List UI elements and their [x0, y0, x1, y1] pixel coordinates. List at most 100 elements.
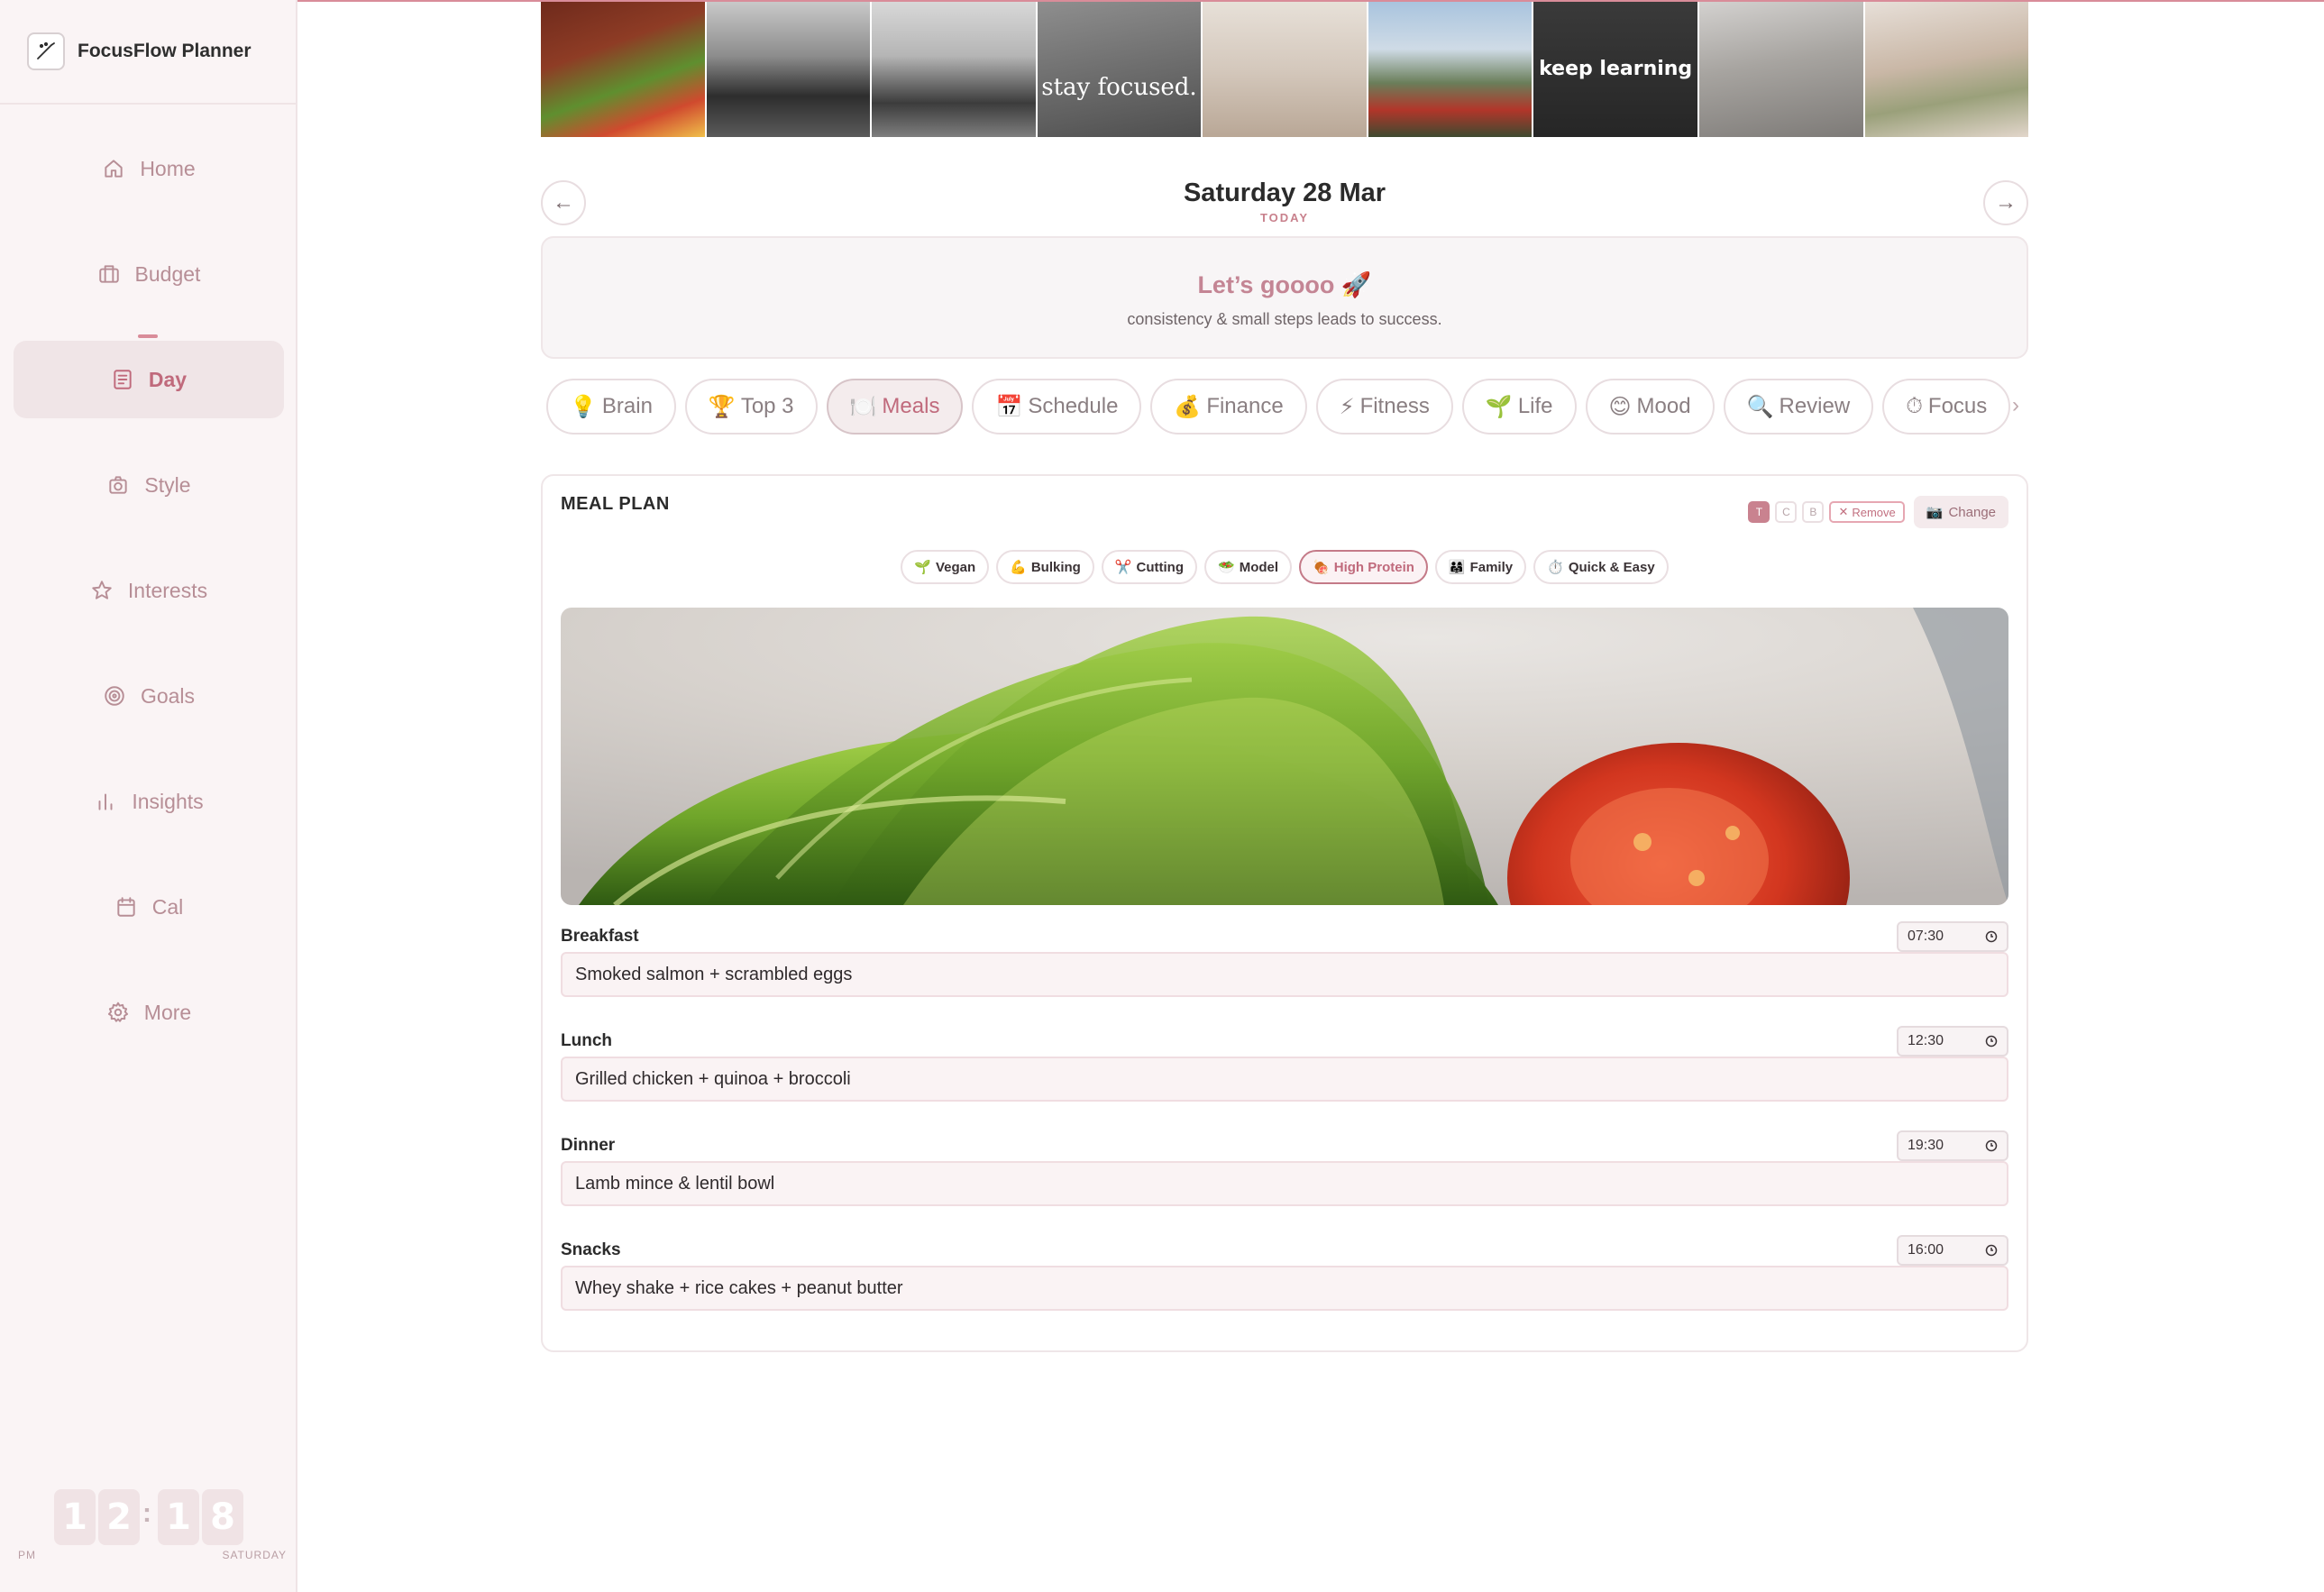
nav-item-budget[interactable]: Budget [14, 235, 284, 313]
remove-image-button[interactable]: ✕ Remove [1829, 501, 1905, 523]
star-icon [92, 581, 112, 599]
tab-review[interactable]: 🔍 Review [1723, 379, 1874, 435]
home-icon [105, 160, 123, 178]
meal-text-input[interactable]: Grilled chicken + quinoa + broccoli [561, 1057, 2008, 1102]
trophy-icon: 🏆 [708, 394, 736, 419]
magnifier-icon: 🔍 [1746, 394, 1774, 419]
steak-eggs-avocado-photo[interactable] [541, 2, 705, 137]
keep-learning-photo[interactable]: keep learning [1533, 2, 1697, 137]
gym-mirror-photo[interactable] [872, 2, 1036, 137]
filter-family[interactable]: 👨‍👩‍👧 Family [1434, 550, 1527, 584]
briefcase-icon [98, 265, 119, 283]
meal-time-input[interactable]: 12:30 [1897, 1026, 2008, 1057]
clock-icon [1985, 1035, 1998, 1048]
tab-fitness[interactable]: ⚡ Fitness [1315, 379, 1453, 435]
gym-workout-photo[interactable] [706, 2, 871, 137]
bar-chart-icon [98, 793, 113, 810]
layout-t-toggle[interactable]: T [1748, 501, 1770, 523]
nav-item-day[interactable]: Day [14, 341, 284, 418]
tab-top-3[interactable]: 🏆 Top 3 [684, 379, 818, 435]
meal-label: Dinner [561, 1136, 616, 1155]
mount-fuji-photo[interactable] [1368, 2, 1533, 137]
next-day-button[interactable]: → [1983, 180, 2028, 225]
tab-focus[interactable]: ⏱ Focus [1882, 379, 2011, 435]
clock-icon [1985, 930, 1998, 943]
nav-item-cal[interactable]: Cal [14, 868, 284, 946]
lightning-icon: ⚡ [1339, 394, 1355, 419]
money-bag-icon: 💰 [1174, 394, 1202, 419]
nav-item-label: Home [140, 156, 196, 180]
filter-label: Bulking [1030, 559, 1081, 575]
section-tabs: 💡 Brain 🏆 Top 3 🍽️ Meals 📅 Schedule 💰 Finance… [546, 379, 2011, 435]
layout-c-toggle[interactable]: C [1775, 501, 1798, 523]
keep-learning-text: keep learning [1539, 58, 1693, 80]
reading-book-photo[interactable] [1203, 2, 1367, 137]
filter-label: Vegan [935, 559, 976, 575]
filter-bulking[interactable]: 💪 Bulking [996, 550, 1094, 584]
tab-label: Brain [601, 394, 653, 418]
camera-icon: 📷 [1926, 505, 1944, 520]
meal-time-input[interactable]: 16:00 [1897, 1235, 2008, 1266]
nav-item-goals[interactable]: Goals [14, 657, 284, 735]
tab-label: Schedule [1028, 394, 1119, 418]
nav-item-label: Budget [134, 261, 201, 286]
calendar-icon [117, 897, 135, 917]
tab-life[interactable]: 🌱 Life [1461, 379, 1577, 435]
filter-label: Cutting [1136, 559, 1185, 575]
motto-card: Let’s goooo 🚀 consistency & small steps … [541, 236, 2028, 359]
lightbulb-icon: 💡 [570, 394, 597, 419]
clock-icon [1985, 1244, 1998, 1257]
active-indicator [138, 334, 158, 338]
motto-title: Let’s goooo 🚀 [1197, 271, 1372, 298]
stay-focused-photo[interactable]: stay focused. [1037, 2, 1202, 137]
nav-item-home[interactable]: Home [14, 130, 284, 207]
tab-finance[interactable]: 💰 Finance [1150, 379, 1307, 435]
change-image-button[interactable]: 📷 Change [1913, 496, 2008, 528]
today-label: TODAY [1259, 211, 1310, 224]
clock-minute-digit-2: 8 [202, 1489, 243, 1545]
tab-meals[interactable]: 🍽️ Meals [826, 379, 964, 435]
change-label: Change [1948, 504, 1996, 520]
clock-icon [1985, 1139, 1998, 1152]
filter-cutting[interactable]: ✂️ Cutting [1101, 550, 1198, 584]
nav-item-more[interactable]: More [14, 974, 284, 1051]
meal-time-input[interactable]: 19:30 [1897, 1130, 2008, 1161]
meat-icon: 🍖 [1313, 560, 1330, 575]
nav-item-interests[interactable]: Interests [14, 552, 284, 629]
tab-brain[interactable]: 💡 Brain [546, 379, 676, 435]
tab-label: Fitness [1359, 394, 1430, 418]
nav-item-style[interactable]: Style [14, 446, 284, 524]
layout-b-toggle[interactable]: B [1802, 501, 1825, 523]
laptop-coffee-photo[interactable] [1698, 2, 1863, 137]
nav-item-label: Day [148, 367, 188, 391]
meal-plan-title: MEAL PLAN [561, 494, 670, 514]
family-icon: 👨‍👩‍👧 [1448, 560, 1466, 575]
meal-text-input[interactable]: Smoked salmon + scrambled eggs [561, 952, 2008, 997]
brand[interactable]: FocusFlow Planner [0, 0, 296, 105]
nav-item-label: Interests [127, 578, 208, 602]
tabs-scroll-right-icon[interactable]: › [2012, 393, 2019, 418]
meal-text-input[interactable]: Lamb mince & lentil bowl [561, 1161, 2008, 1206]
meal-time-input[interactable]: 07:30 [1897, 921, 2008, 952]
motto-subtitle: consistency & small steps leads to succe… [1127, 310, 1442, 328]
avocado-tomato-photo [579, 608, 2008, 905]
gear-icon [107, 1002, 128, 1022]
tab-mood[interactable]: 😊 Mood [1585, 379, 1715, 435]
filter-vegan[interactable]: 🌱 Vegan [901, 550, 990, 584]
nav-item-insights[interactable]: Insights [14, 763, 284, 840]
filter-high-protein[interactable]: 🍖 High Protein [1299, 550, 1428, 584]
filter-quick-easy[interactable]: ⏱️ Quick & Easy [1533, 550, 1669, 584]
meal-plan-card: MEAL PLAN T C B ✕ Remove 📷 Change 🌱 Vegan… [541, 474, 2028, 1352]
seedling-icon: 🌱 [914, 560, 931, 575]
clock-hour-digit-1: 1 [54, 1489, 96, 1545]
tab-label: Mood [1636, 394, 1691, 418]
meal-label: Lunch [561, 1031, 612, 1050]
tab-label: Life [1517, 394, 1553, 418]
tab-schedule[interactable]: 📅 Schedule [972, 379, 1142, 435]
previous-day-button[interactable]: ← [541, 180, 586, 225]
face-mask-selfcare-photo[interactable] [1864, 2, 2029, 137]
app-name: FocusFlow Planner [78, 41, 252, 61]
filter-model[interactable]: 🥗 Model [1204, 550, 1293, 584]
meal-text-input[interactable]: Whey shake + rice cakes + peanut butter [561, 1266, 2008, 1311]
flip-clock: 1 2 : 1 8 PM SATURDAY [18, 1487, 286, 1561]
